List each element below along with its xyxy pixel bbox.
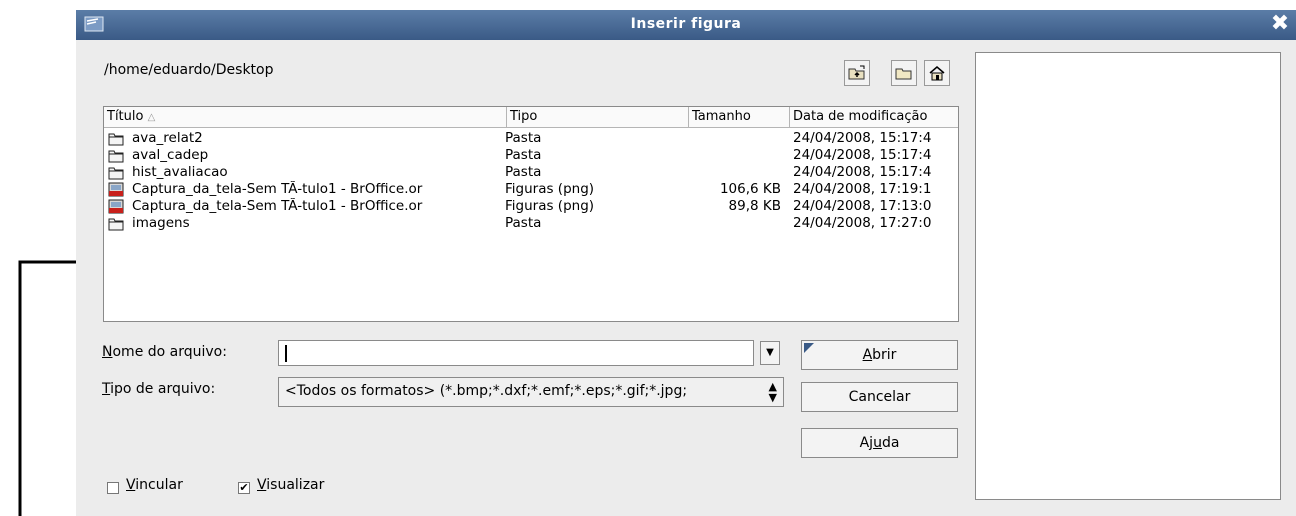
link-label: Vincular (126, 477, 183, 493)
file-type: Pasta (505, 164, 542, 180)
image-preview-pane (975, 52, 1281, 500)
file-name: imagens (132, 215, 190, 231)
filetype-value: <Todos os formatos> (*.bmp;*.dxf;*.emf;*… (285, 383, 688, 399)
folder-up-button[interactable] (844, 60, 870, 86)
column-type[interactable]: Tipo (507, 107, 689, 127)
spin-arrows-icon: ▲ ▼ (768, 380, 777, 404)
window-title: Inserir figura (630, 16, 742, 32)
file-size: 89,8 KB (728, 198, 781, 214)
png-file-icon (108, 182, 124, 197)
file-date: 24/04/2008, 15:17:4 (793, 147, 932, 163)
folder-icon (108, 218, 124, 231)
png-file-icon (108, 199, 124, 214)
file-date: 24/04/2008, 17:27:0 (793, 215, 932, 231)
file-row[interactable]: Captura_da_tela-Sem TÃ-tulo1 - BrOffice.… (104, 181, 958, 198)
file-type: Pasta (505, 215, 542, 231)
default-corner-icon (804, 343, 814, 353)
file-list[interactable]: Título △ Tipo Tamanho Data de modificaçã… (103, 106, 959, 322)
file-name: aval_cadep (132, 147, 209, 163)
column-size[interactable]: Tamanho (689, 107, 790, 127)
file-row[interactable]: Captura_da_tela-Sem TÃ-tulo1 - BrOffice.… (104, 198, 958, 215)
cancel-button[interactable]: Cancelar (801, 382, 958, 412)
file-row[interactable]: imagens Pasta 24/04/2008, 17:27:0 (104, 215, 958, 232)
column-title[interactable]: Título △ (104, 107, 507, 127)
insert-picture-dialog: Inserir figura ✖ /home/eduardo/Desktop T… (76, 10, 1296, 516)
file-type: Figuras (png) (505, 198, 595, 214)
filename-dropdown-button[interactable]: ▼ (760, 341, 780, 365)
sort-ascending-icon: △ (147, 112, 156, 123)
file-type: Pasta (505, 147, 542, 163)
checkmark-icon: ✔ (239, 481, 249, 494)
file-type: Pasta (505, 130, 542, 146)
file-date: 24/04/2008, 15:17:4 (793, 164, 932, 180)
filename-label: Nome do arquivo: (102, 344, 227, 360)
chevron-down-icon: ▼ (766, 347, 774, 358)
file-name: Captura_da_tela-Sem TÃ-tulo1 - BrOffice.… (132, 181, 423, 197)
current-path: /home/eduardo/Desktop (104, 62, 274, 78)
file-date: 24/04/2008, 17:13:0 (793, 198, 932, 214)
file-size: 106,6 KB (719, 181, 781, 197)
new-folder-icon (895, 68, 912, 80)
home-button[interactable] (924, 60, 950, 86)
file-name: Captura_da_tela-Sem TÃ-tulo1 - BrOffice.… (132, 198, 423, 214)
link-checkbox[interactable] (107, 482, 119, 494)
file-row[interactable]: aval_cadep Pasta 24/04/2008, 15:17:4 (104, 147, 958, 164)
file-type: Figuras (png) (505, 181, 595, 197)
file-name: hist_avaliacao (132, 164, 228, 180)
file-row[interactable]: hist_avaliacao Pasta 24/04/2008, 15:17:4 (104, 164, 958, 181)
text-cursor (285, 345, 287, 362)
close-icon[interactable]: ✖ (1268, 12, 1292, 36)
title-bar[interactable]: Inserir figura ✖ (76, 10, 1296, 40)
preview-checkbox[interactable]: ✔ (238, 482, 250, 494)
folder-icon (108, 167, 124, 180)
filetype-label: Tipo de arquivo: (102, 381, 216, 397)
filetype-select[interactable]: <Todos os formatos> (*.bmp;*.dxf;*.emf;*… (278, 377, 784, 407)
file-date: 24/04/2008, 17:19:1 (793, 181, 932, 197)
folder-icon (108, 133, 124, 146)
preview-label: Visualizar (257, 477, 325, 493)
file-list-header: Título △ Tipo Tamanho Data de modificaçã… (104, 107, 958, 128)
open-button[interactable]: Abrir (801, 340, 958, 370)
new-folder-button[interactable] (891, 60, 917, 86)
folder-icon (108, 150, 124, 163)
file-row[interactable]: ava_relat2 Pasta 24/04/2008, 15:17:4 (104, 130, 958, 147)
folder-up-icon (848, 65, 865, 80)
filename-input[interactable] (278, 340, 754, 366)
column-date[interactable]: Data de modificação (790, 107, 958, 127)
file-date: 24/04/2008, 15:17:4 (793, 130, 932, 146)
help-button[interactable]: Ajuda (801, 428, 958, 458)
home-icon (929, 66, 945, 81)
file-name: ava_relat2 (132, 130, 203, 146)
